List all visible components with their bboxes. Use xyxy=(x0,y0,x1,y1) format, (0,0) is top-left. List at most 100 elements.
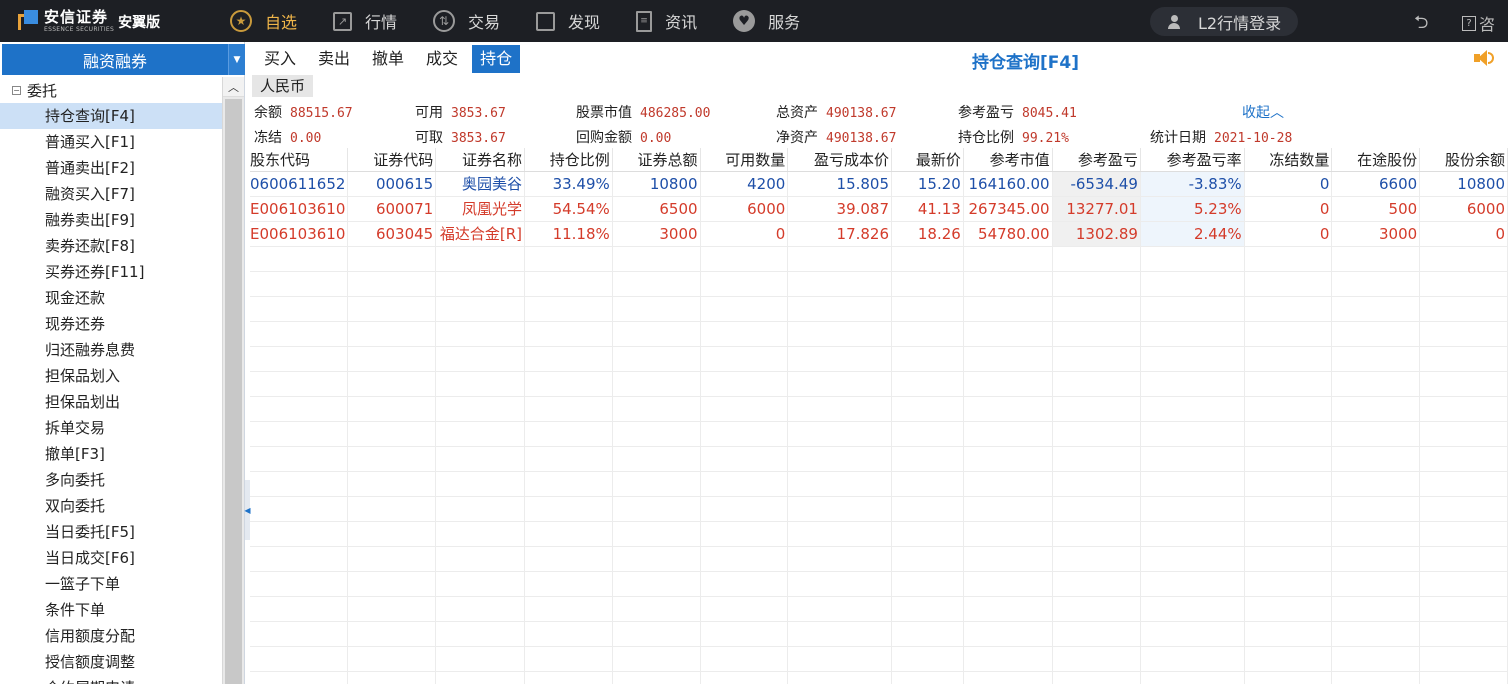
currency-tab[interactable]: 人民币 xyxy=(252,75,314,97)
column-header[interactable]: 参考盈亏 xyxy=(1052,148,1141,172)
column-header[interactable]: 股份余额 xyxy=(1419,148,1508,172)
empty-cell xyxy=(250,296,349,322)
sidebar-item[interactable]: 融资买入[F7] xyxy=(0,181,222,207)
empty-row xyxy=(250,521,1508,547)
sidebar-item[interactable]: 当日成交[F6] xyxy=(0,545,222,571)
sidebar-scrollbar[interactable]: ︿ xyxy=(222,77,244,684)
empty-cell xyxy=(1244,246,1333,272)
scroll-thumb[interactable] xyxy=(225,99,242,684)
sidebar-item[interactable]: 担保品划出 xyxy=(0,389,222,415)
empty-cell xyxy=(963,346,1053,372)
table-row[interactable]: E006103610 603045 福达合金[R] 11.18% 3000 0 17.826… xyxy=(250,221,1508,247)
collapse-icon[interactable]: − xyxy=(12,85,21,95)
nav-item-news[interactable]: ≡ 资讯 xyxy=(636,9,697,33)
top-bar: 安信证券 ESSENCE SECURITIES 安翼版 ★ 自选 ↗ 行情 ⇅ … xyxy=(0,0,1508,42)
sidebar-item[interactable]: 普通卖出[F2] xyxy=(0,155,222,181)
empty-cell xyxy=(1052,346,1141,372)
column-header[interactable]: 盈亏成本价 xyxy=(787,148,893,172)
column-header[interactable]: 证券名称 xyxy=(435,148,526,172)
column-header[interactable]: 持仓比例 xyxy=(524,148,613,172)
back-icon[interactable]: ⮌ xyxy=(1414,10,1428,40)
sidebar-item[interactable]: 授信额度调整 xyxy=(0,649,222,675)
table-cell: 54.54% xyxy=(524,196,613,222)
empty-cell xyxy=(1331,496,1421,522)
empty-cell xyxy=(1331,271,1421,297)
speaker-icon[interactable] xyxy=(1472,49,1496,67)
sidebar-item[interactable]: 多向委托 xyxy=(0,467,222,493)
empty-cell xyxy=(963,321,1053,347)
empty-cell xyxy=(787,521,893,547)
table-cell: 0 xyxy=(1244,196,1333,222)
scroll-up-icon[interactable]: ︿ xyxy=(223,77,244,97)
sidebar-item[interactable]: 信用额度分配 xyxy=(0,623,222,649)
empty-cell xyxy=(1244,296,1333,322)
column-header[interactable]: 冻结数量 xyxy=(1244,148,1333,172)
nav-label: 交易 xyxy=(468,13,501,32)
sidebar-item[interactable]: 融券卖出[F9] xyxy=(0,207,222,233)
empty-cell xyxy=(1331,671,1421,684)
table-cell: 0 xyxy=(1419,221,1508,247)
tab-cancel[interactable]: 撤单 xyxy=(364,45,412,73)
empty-cell xyxy=(1419,621,1508,647)
empty-cell xyxy=(1140,496,1245,522)
sidebar-dropdown-icon[interactable]: ▼ xyxy=(228,44,245,75)
table-cell: 15.805 xyxy=(787,171,893,197)
empty-cell xyxy=(524,521,613,547)
sidebar-item[interactable]: 现券还券 xyxy=(0,311,222,337)
column-header[interactable]: 证券代码 xyxy=(347,148,437,172)
sidebar-item[interactable]: 合约展期申请 xyxy=(0,675,222,684)
sidebar-item[interactable]: 条件下单 xyxy=(0,597,222,623)
tab-buy[interactable]: 买入 xyxy=(256,45,304,73)
help-label: 咨 xyxy=(1479,15,1496,34)
empty-cell xyxy=(891,596,964,622)
sidebar-item[interactable]: 拆单交易 xyxy=(0,415,222,441)
empty-cell xyxy=(1331,471,1421,497)
empty-cell xyxy=(250,371,349,397)
sidebar-item[interactable]: 撤单[F3] xyxy=(0,441,222,467)
nav-item-trade[interactable]: ⇅ 交易 xyxy=(433,9,500,33)
column-header[interactable]: 参考盈亏率 xyxy=(1140,148,1245,172)
table-row[interactable]: 0600611652 000615 奥园美谷 33.49% 10800 4200 15.80… xyxy=(250,171,1508,197)
column-header[interactable]: 股东代码 xyxy=(250,148,349,172)
sidebar-item[interactable]: 归还融券息费 xyxy=(0,337,222,363)
sidebar-item[interactable]: 担保品划入 xyxy=(0,363,222,389)
tree-root-entrust[interactable]: − 委托 xyxy=(0,77,222,103)
l2-login-button[interactable]: L2行情登录 xyxy=(1150,7,1298,36)
sidebar-item[interactable]: 普通买入[F1] xyxy=(0,129,222,155)
empty-cell xyxy=(250,346,349,372)
nav-item-service[interactable]: ♥ 服务 xyxy=(733,9,800,33)
empty-cell xyxy=(347,671,437,684)
empty-cell xyxy=(1140,321,1245,347)
sidebar-item[interactable]: 一篮子下单 xyxy=(0,571,222,597)
empty-cell xyxy=(1331,546,1421,572)
sidebar-item[interactable]: 买券还券[F11] xyxy=(0,259,222,285)
empty-cell xyxy=(1419,321,1508,347)
empty-cell xyxy=(1140,271,1245,297)
column-header[interactable]: 最新价 xyxy=(891,148,964,172)
sidebar-item[interactable]: 当日委托[F5] xyxy=(0,519,222,545)
column-header[interactable]: 在途股份 xyxy=(1331,148,1421,172)
empty-cell xyxy=(891,521,964,547)
table-row[interactable]: E006103610 600071 凤凰光学 54.54% 6500 6000 39.087… xyxy=(250,196,1508,222)
tab-sell[interactable]: 卖出 xyxy=(310,45,358,73)
tab-deal[interactable]: 成交 xyxy=(418,45,466,73)
sidebar-item[interactable]: 卖券还款[F8] xyxy=(0,233,222,259)
empty-cell xyxy=(787,346,893,372)
help-button[interactable]: ? 咨 xyxy=(1462,11,1495,35)
column-header[interactable]: 证券总额 xyxy=(612,148,701,172)
empty-cell xyxy=(1419,446,1508,472)
nav-item-market[interactable]: ↗ 行情 xyxy=(333,9,397,33)
sidebar-title[interactable]: 融资融券 xyxy=(2,44,228,75)
sidebar-item[interactable]: 双向委托 xyxy=(0,493,222,519)
empty-cell xyxy=(1331,296,1421,322)
column-header[interactable]: 参考市值 xyxy=(963,148,1053,172)
sidebar-item[interactable]: 现金还款 xyxy=(0,285,222,311)
sidebar-item[interactable]: 持仓查询[F4] xyxy=(0,103,222,129)
empty-cell xyxy=(347,546,437,572)
nav-item-discover[interactable]: 发现 xyxy=(536,9,600,33)
table-cell: 54780.00 xyxy=(963,221,1053,247)
collapse-summary-link[interactable]: 收起︿ xyxy=(1242,102,1284,122)
nav-item-watchlist[interactable]: ★ 自选 xyxy=(230,9,297,33)
column-header[interactable]: 可用数量 xyxy=(700,148,789,172)
tab-position[interactable]: 持仓 xyxy=(472,45,521,73)
